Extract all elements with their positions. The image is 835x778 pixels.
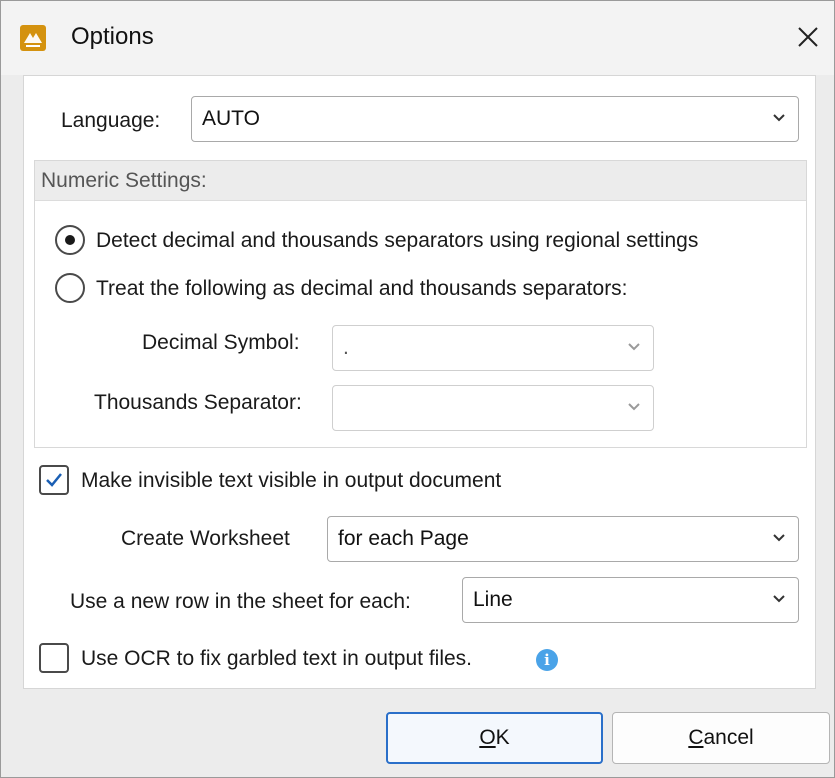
create-worksheet-dropdown[interactable]: for each Page xyxy=(327,516,799,562)
ok-button-label: OK xyxy=(479,726,510,749)
thousands-separator-dropdown[interactable] xyxy=(332,385,654,431)
numeric-settings-header: Numeric Settings: xyxy=(35,161,806,201)
ok-button[interactable]: OK xyxy=(386,712,603,764)
decimal-symbol-label: Decimal Symbol: xyxy=(142,331,300,354)
radio-treat-label[interactable]: Treat the following as decimal and thous… xyxy=(96,277,628,301)
chevron-down-icon xyxy=(628,343,640,351)
pdf-xchange-logo-icon xyxy=(20,25,46,51)
thousands-separator-label: Thousands Separator: xyxy=(94,391,302,414)
new-row-dropdown[interactable]: Line xyxy=(462,577,799,623)
language-value: AUTO xyxy=(202,107,260,130)
language-dropdown[interactable]: AUTO xyxy=(191,96,799,142)
info-icon[interactable]: i xyxy=(536,649,558,671)
create-worksheet-value: for each Page xyxy=(338,527,469,550)
use-ocr-label[interactable]: Use OCR to fix garbled text in output fi… xyxy=(81,647,472,671)
chevron-down-icon xyxy=(773,114,785,122)
decimal-symbol-value: . xyxy=(343,336,349,359)
numeric-settings-title: Numeric Settings: xyxy=(41,169,207,192)
decimal-symbol-dropdown[interactable]: . xyxy=(332,325,654,371)
make-invisible-visible-checkbox[interactable] xyxy=(39,465,69,495)
chevron-down-icon xyxy=(773,534,785,542)
chevron-down-icon xyxy=(773,595,785,603)
cancel-button[interactable]: Cancel xyxy=(612,712,830,764)
language-label: Language: xyxy=(61,109,161,132)
make-invisible-visible-label[interactable]: Make invisible text visible in output do… xyxy=(81,469,501,493)
checkmark-icon xyxy=(46,473,62,487)
create-worksheet-label: Create Worksheet xyxy=(121,527,290,550)
window-title: Options xyxy=(71,23,154,50)
use-ocr-checkbox[interactable] xyxy=(39,643,69,673)
radio-treat-separators[interactable] xyxy=(55,273,85,303)
new-row-value: Line xyxy=(473,588,513,611)
close-icon xyxy=(798,27,818,47)
options-dialog: Options Language: AUTO Numeric Settings:… xyxy=(0,0,835,778)
close-button[interactable] xyxy=(782,11,834,63)
numeric-settings-group: Numeric Settings: Detect decimal and tho… xyxy=(34,160,807,448)
options-panel: Language: AUTO Numeric Settings: Detect … xyxy=(23,75,816,689)
radio-detect-label[interactable]: Detect decimal and thousands separators … xyxy=(96,229,698,253)
chevron-down-icon xyxy=(628,403,640,411)
radio-detect-separators[interactable] xyxy=(55,225,85,255)
cancel-button-label: Cancel xyxy=(688,726,754,749)
new-row-label: Use a new row in the sheet for each: xyxy=(70,590,411,613)
title-bar: Options xyxy=(1,1,834,75)
